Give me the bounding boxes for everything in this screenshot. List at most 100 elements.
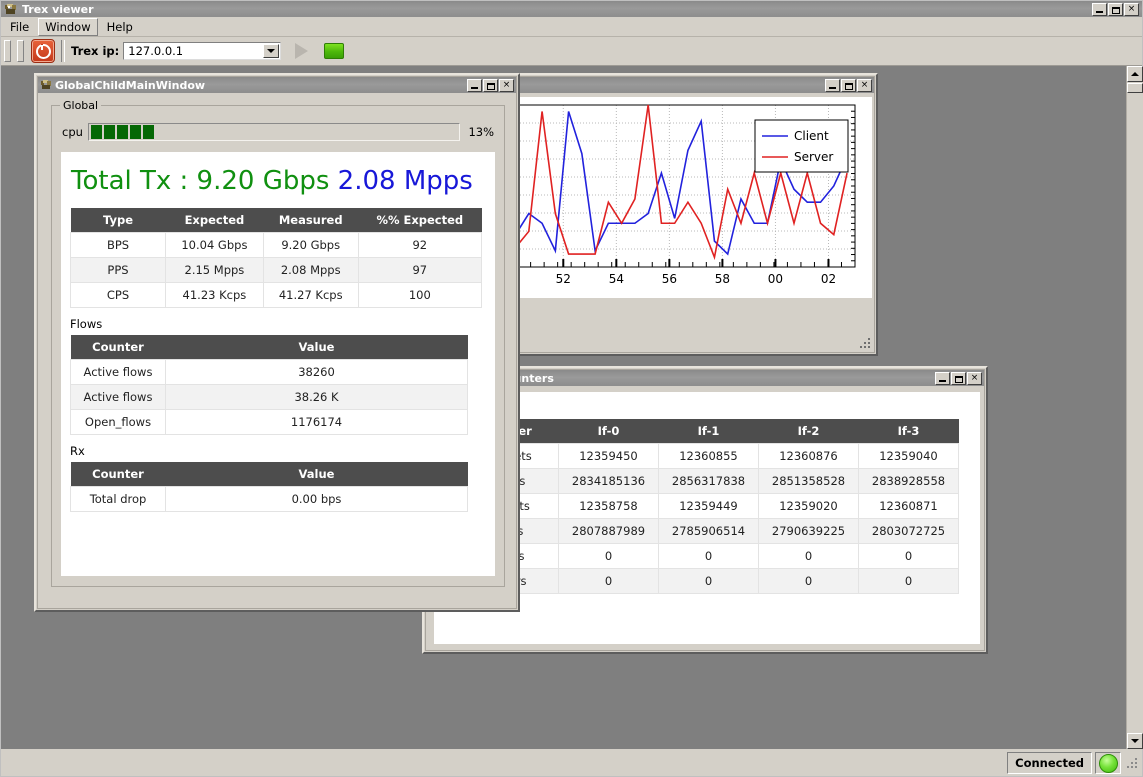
row-value-cell: 2834185136 [559, 469, 659, 494]
column-header: Type [71, 208, 166, 233]
row-value-cell: 12360876 [759, 444, 859, 469]
trex-ip-combobox[interactable]: 127.0.0.1 [123, 42, 281, 60]
table-header-row: CounterIf-0If-1If-2If-3 [454, 419, 959, 444]
legend-label-client: Client [794, 129, 829, 143]
row-value-cell: 2851358528 [759, 469, 859, 494]
maximize-button[interactable] [1108, 3, 1123, 16]
row-value-cell: 2785906514 [659, 519, 759, 544]
toolbar: Trex ip: 127.0.0.1 [1, 37, 1142, 66]
row-value-cell: 1176174 [166, 410, 468, 435]
global-window-title: GlobalChildMainWindow [55, 79, 205, 92]
scroll-up-button[interactable] [1127, 66, 1143, 82]
x-axis-tick-label: 52 [556, 272, 571, 286]
row-label-cell: PPS [71, 258, 166, 283]
main-window-controls: × [1092, 3, 1142, 16]
x-axis-tick-label: 54 [609, 272, 624, 286]
rx-section-label: Rx [70, 444, 495, 458]
row-value-cell: 2803072725 [859, 519, 959, 544]
column-header: Value [166, 335, 468, 360]
table-row: CPS41.23 Kcps41.27 Kcps100 [71, 283, 482, 308]
global-window-controls: × [467, 79, 516, 92]
global-window-inner: GlobalChildMainWindow × Global cpu 13% [37, 76, 517, 609]
global-groupbox: Global cpu 13% Total Tx : 9.20 Gbps 2.08… [51, 105, 505, 587]
cpu-row: cpu 13% [62, 123, 494, 141]
row-value-cell: 0 [559, 544, 659, 569]
power-icon[interactable] [31, 39, 55, 63]
minimize-button[interactable] [935, 372, 950, 385]
table-row: ipackets12358758123594491235902012360871 [454, 494, 959, 519]
cpu-percent-label: 13% [468, 125, 494, 139]
resize-grip-icon[interactable] [858, 336, 872, 350]
column-header: If-0 [559, 419, 659, 444]
column-header: If-1 [659, 419, 759, 444]
row-value-cell: 0 [759, 544, 859, 569]
table-row: opackets12359450123608551236087612359040 [454, 444, 959, 469]
row-value-cell: 12359449 [659, 494, 759, 519]
row-label-cell: Total drop [71, 487, 166, 512]
table-row: BPS10.04 Gbps9.20 Gbps92 [71, 233, 482, 258]
minimize-button[interactable] [825, 79, 840, 92]
per-port-counters-table: CounterIf-0If-1If-2If-3opackets123594501… [453, 419, 959, 594]
tx-summary-table: TypeExpectedMeasured%% ExpectedBPS10.04 … [70, 208, 482, 308]
total-tx-pps: 2.08 Mpps [338, 166, 473, 196]
toolbar-separator [61, 40, 65, 62]
trex-icon [40, 79, 53, 91]
table-header-row: CounterValue [71, 335, 468, 360]
cpu-progress-block [130, 125, 141, 139]
row-value-cell: 92 [358, 233, 481, 258]
menu-help[interactable]: Help [100, 18, 140, 36]
row-value-cell: 0 [659, 569, 759, 594]
table-header-row: CounterValue [71, 462, 468, 487]
table-row: ierrors0000 [454, 544, 959, 569]
connection-status-label: Connected [1007, 752, 1092, 774]
row-value-cell: 2838928558 [859, 469, 959, 494]
row-label-cell: CPS [71, 283, 166, 308]
row-label-cell: Active flows [71, 360, 166, 385]
minimize-button[interactable] [467, 79, 482, 92]
global-titlebar[interactable]: GlobalChildMainWindow × [38, 77, 516, 93]
row-value-cell: 0 [559, 569, 659, 594]
x-axis-tick-label: 58 [715, 272, 730, 286]
application-root: Trex viewer × File Window Help Trex ip: … [0, 0, 1143, 777]
workspace-vertical-scrollbar[interactable] [1126, 66, 1143, 749]
row-value-cell: 41.23 Kcps [166, 283, 264, 308]
total-tx-bps: 9.20 Gbps [197, 166, 330, 196]
close-button[interactable]: × [857, 79, 872, 92]
cpu-label: cpu [62, 125, 83, 139]
global-child-main-window[interactable]: GlobalChildMainWindow × Global cpu 13% [34, 73, 520, 612]
green-square-icon[interactable] [324, 43, 344, 59]
row-value-cell: 2807887989 [559, 519, 659, 544]
rx-table: CounterValueTotal drop0.00 bps [70, 462, 468, 512]
trex-ip-label: Trex ip: [71, 44, 119, 58]
toolbar-drag-handle-1[interactable] [4, 40, 11, 62]
table-row: Active flows38.26 K [71, 385, 468, 410]
row-value-cell: 2.08 Mpps [263, 258, 358, 283]
maximize-button[interactable] [483, 79, 498, 92]
row-value-cell: 2.15 Mpps [166, 258, 264, 283]
close-button[interactable]: × [967, 372, 982, 385]
column-header: Measured [263, 208, 358, 233]
menu-window[interactable]: Window [38, 18, 97, 36]
table-row: Open_flows1176174 [71, 410, 468, 435]
row-value-cell: 100 [358, 283, 481, 308]
maximize-button[interactable] [951, 372, 966, 385]
main-titlebar: Trex viewer × [1, 1, 1142, 17]
close-button[interactable]: × [499, 79, 514, 92]
legend-label-server: Server [794, 150, 833, 164]
connection-led-indicator [1095, 752, 1121, 774]
statusbar-resize-grip-icon[interactable] [1125, 756, 1139, 770]
main-window-title: Trex viewer [22, 3, 94, 16]
chevron-down-icon[interactable] [263, 44, 279, 58]
play-icon[interactable] [295, 43, 308, 59]
menu-file[interactable]: File [3, 18, 36, 36]
minimize-button[interactable] [1092, 3, 1107, 16]
menubar: File Window Help [1, 17, 1142, 37]
row-value-cell: 9.20 Gbps [263, 233, 358, 258]
scrollbar-thumb[interactable] [1127, 83, 1143, 93]
toolbar-drag-handle-2[interactable] [17, 40, 24, 62]
maximize-button[interactable] [841, 79, 856, 92]
table-row: ibytes2807887989278590651427906392252803… [454, 519, 959, 544]
close-button[interactable]: × [1124, 3, 1139, 16]
scroll-down-button[interactable] [1127, 733, 1143, 749]
row-value-cell: 38.26 K [166, 385, 468, 410]
